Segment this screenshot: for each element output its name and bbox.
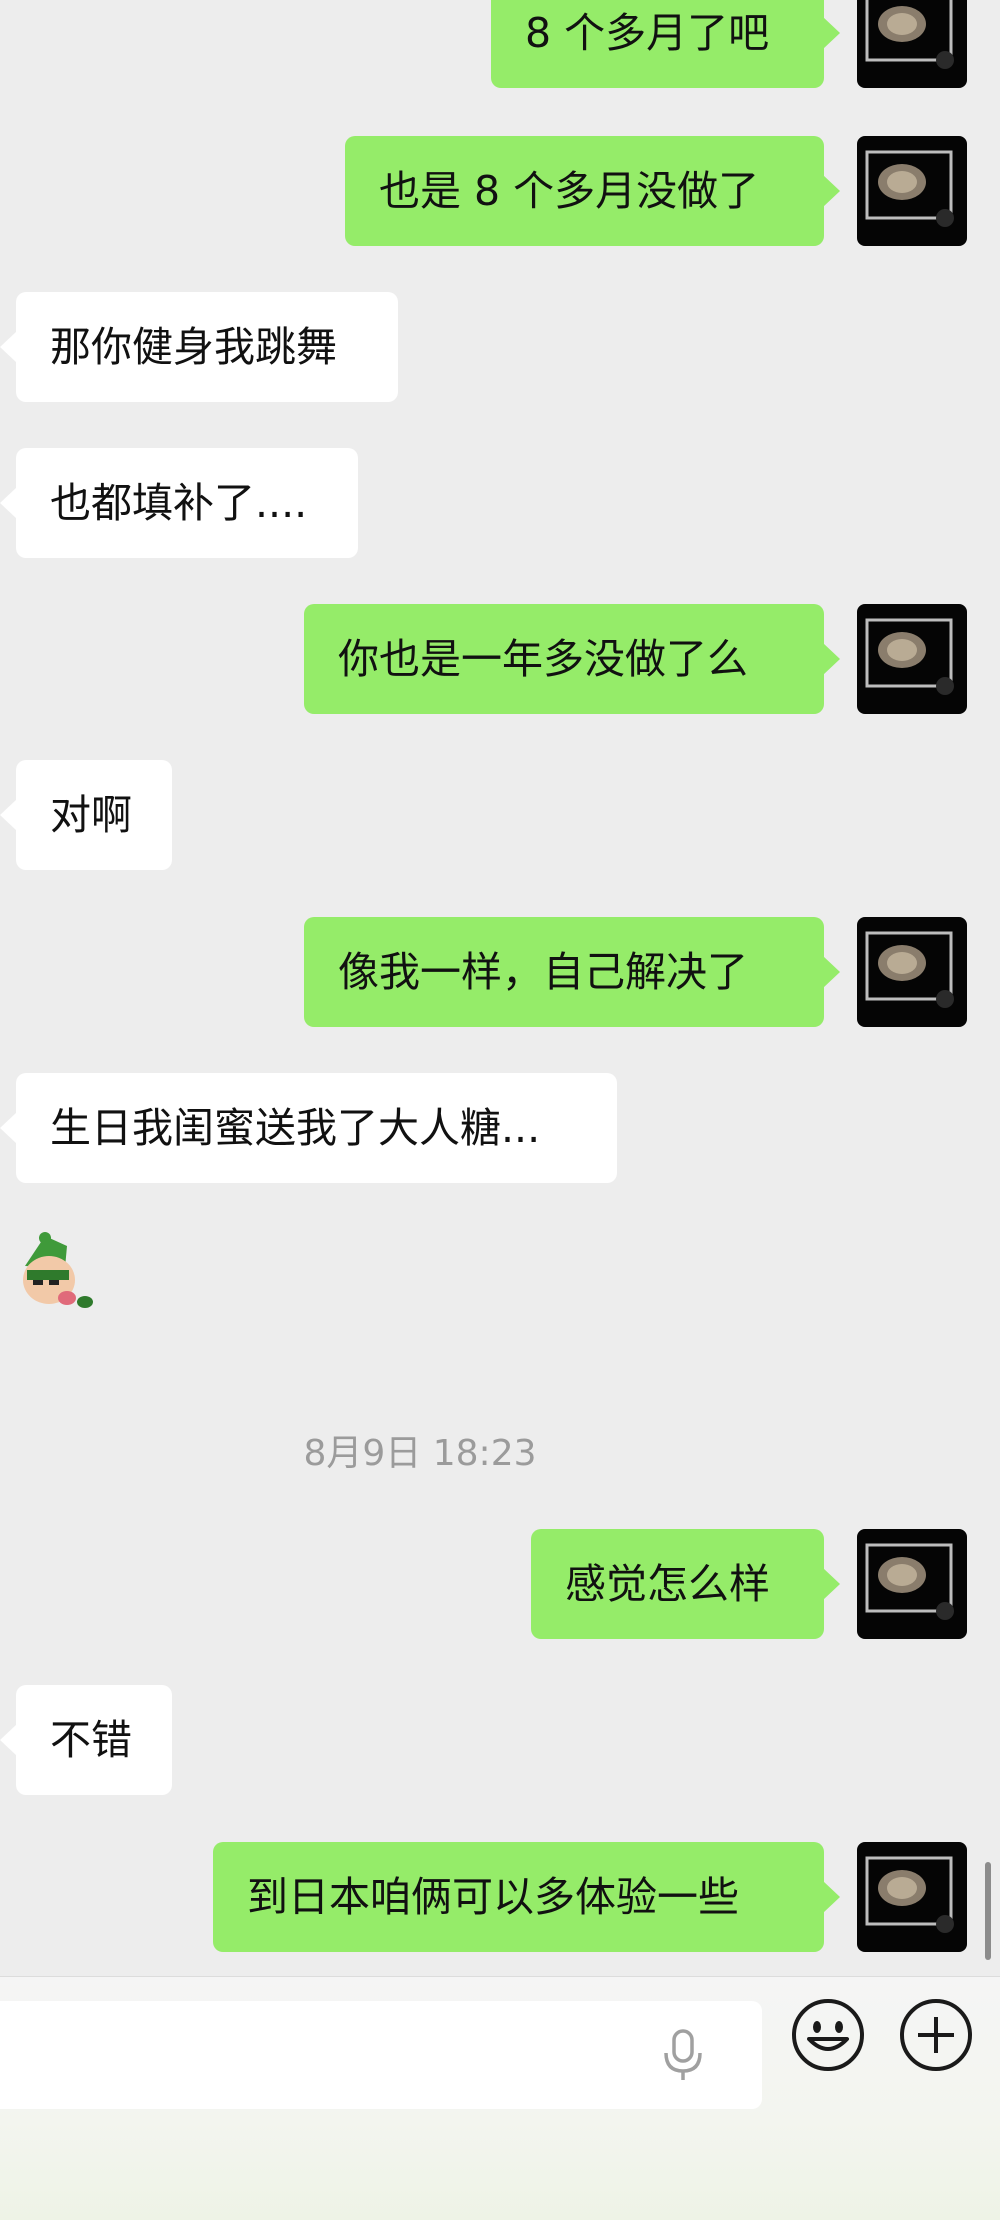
cartoon-sticker-icon[interactable] [15,1228,97,1310]
message-input[interactable] [0,2001,762,2109]
incoming-message[interactable]: 生日我闺蜜送我了大人糖... [0,1073,617,1183]
smiley-icon[interactable] [790,1997,866,2073]
outgoing-message[interactable]: 8 个多月了吧 [491,0,840,88]
chat-message-list[interactable]: 8 个多月了吧 也是 8 个多月没做了 那你健身我跳舞 也都填补了.... 你也… [0,0,1000,1976]
scrollbar[interactable] [985,1862,991,1960]
self-avatar[interactable] [857,1529,967,1639]
incoming-message[interactable]: 对啊 [0,760,172,870]
outgoing-message[interactable]: 到日本咱俩可以多体验一些 [213,1842,840,1952]
incoming-message[interactable]: 那你健身我跳舞 [0,292,398,402]
self-avatar[interactable] [857,136,967,246]
incoming-message[interactable]: 不错 [0,1685,172,1795]
outgoing-message[interactable]: 你也是一年多没做了么 [304,604,840,714]
message-timestamp: 8月9日 18:23 [303,1433,537,1474]
outgoing-message[interactable]: 感觉怎么样 [531,1529,840,1639]
outgoing-message[interactable]: 像我一样，自己解决了 [304,917,840,1027]
plus-icon[interactable] [898,1997,974,2073]
self-avatar[interactable] [857,1842,967,1952]
message-input-bar [0,1976,1000,2220]
microphone-icon[interactable] [660,2029,706,2081]
outgoing-message[interactable]: 也是 8 个多月没做了 [345,136,840,246]
self-avatar[interactable] [857,917,967,1027]
self-avatar[interactable] [857,604,967,714]
incoming-message[interactable]: 也都填补了.... [0,448,358,558]
self-avatar[interactable] [857,0,967,88]
